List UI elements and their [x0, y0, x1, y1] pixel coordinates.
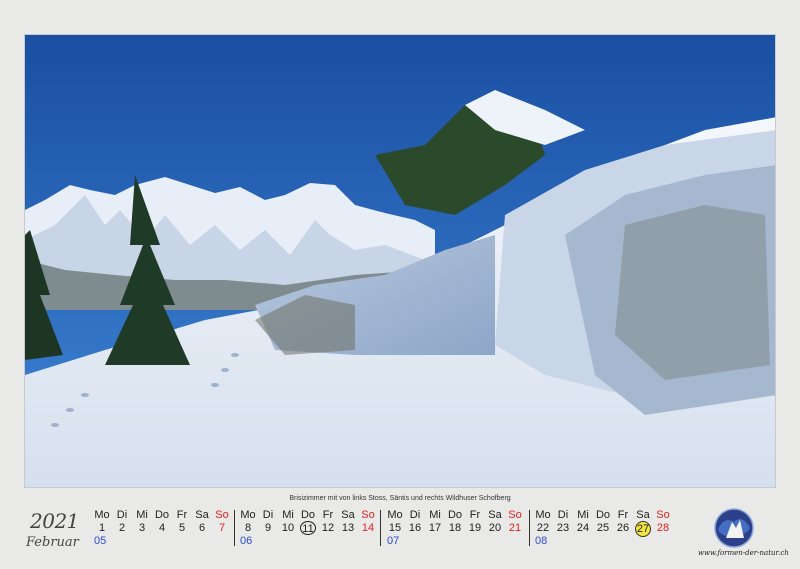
weekday-label: Mi	[577, 509, 589, 521]
day-cell: 3	[138, 522, 146, 534]
day-cell-circled: 11	[300, 521, 316, 535]
day-cell-sunday: 14	[361, 522, 375, 534]
day-cell-sunday: 21	[508, 522, 522, 534]
day-cell: 19	[468, 522, 482, 534]
weekday-label-sunday: So	[508, 509, 522, 521]
day-cell: 1	[98, 522, 106, 534]
calendar-year: 2021	[30, 509, 79, 533]
week-block-06: Mo Di Mi Do Fr Sa So 8 9 10 11 12 13 14 …	[238, 508, 378, 548]
weekday-label-sunday: So	[215, 509, 229, 521]
logo-text: www.formen-der-natur.ch	[698, 549, 789, 557]
week-block-08: Mo Di Mi Do Fr Sa So 22 23 24 25 26 27 2…	[533, 508, 673, 548]
week-number: 08	[535, 535, 548, 547]
calendar-month: Februar	[26, 535, 79, 550]
week-divider	[234, 510, 235, 546]
weekday-label: Sa	[341, 509, 355, 521]
day-cell-sunday: 7	[218, 522, 226, 534]
week-number: 07	[387, 535, 400, 547]
weekday-label: Mi	[282, 509, 294, 521]
day-cell: 9	[264, 522, 272, 534]
day-cell: 5	[178, 522, 186, 534]
weekday-label: Sa	[488, 509, 502, 521]
weekday-label: Do	[447, 509, 463, 521]
week-block-07: Mo Di Mi Do Fr Sa So 15 16 17 18 19 20 2…	[385, 508, 525, 548]
day-cell-sunday: 28	[656, 522, 670, 534]
day-cell: 23	[556, 522, 570, 534]
day-cell: 24	[576, 522, 590, 534]
weekday-label: Sa	[636, 509, 650, 521]
day-cell: 26	[616, 522, 630, 534]
day-cell: 2	[118, 522, 126, 534]
calendar-photo	[24, 34, 776, 488]
week-block-05: Mo Di Mi Do Fr Sa So 1 2 3 4 5 6 7 05	[92, 508, 232, 548]
week-divider	[380, 510, 381, 546]
week-divider	[529, 510, 530, 546]
day-cell: 20	[488, 522, 502, 534]
weekday-label-sunday: So	[361, 509, 375, 521]
globe-logo-icon	[712, 508, 756, 548]
weekday-label: Di	[116, 509, 128, 521]
weekday-label: Mi	[429, 509, 441, 521]
weekday-label: Mo	[387, 509, 403, 521]
day-cell: 6	[198, 522, 206, 534]
weekday-label: Mi	[136, 509, 148, 521]
weekday-label: Fr	[322, 509, 334, 521]
day-cell: 16	[408, 522, 422, 534]
weekday-label: Di	[557, 509, 569, 521]
weekday-label: Fr	[469, 509, 481, 521]
day-cell: 4	[158, 522, 166, 534]
weekday-label: Di	[262, 509, 274, 521]
day-cell: 12	[321, 522, 335, 534]
day-cell: 8	[244, 522, 252, 534]
weekday-label-sunday: So	[656, 509, 670, 521]
weekday-label: Mo	[240, 509, 256, 521]
weekday-label: Mo	[535, 509, 551, 521]
weekday-label: Sa	[195, 509, 209, 521]
day-cell: 17	[428, 522, 442, 534]
weekday-label: Fr	[617, 509, 629, 521]
day-cell: 13	[341, 522, 355, 534]
day-cell: 25	[596, 522, 610, 534]
photo-caption: Brisizimmer mit von links Stoss, Säntis …	[289, 495, 511, 502]
weekday-label: Do	[154, 509, 170, 521]
weekday-label: Do	[595, 509, 611, 521]
weekday-label: Fr	[176, 509, 188, 521]
day-cell: 22	[536, 522, 550, 534]
weekday-label: Mo	[94, 509, 110, 521]
weekday-label: Di	[409, 509, 421, 521]
day-cell: 15	[388, 522, 402, 534]
week-number: 06	[240, 535, 253, 547]
week-number: 05	[94, 535, 107, 547]
day-cell-highlighted: 27	[635, 521, 651, 537]
weekday-label: Do	[300, 509, 316, 521]
day-cell: 10	[281, 522, 295, 534]
day-cell: 18	[448, 522, 462, 534]
